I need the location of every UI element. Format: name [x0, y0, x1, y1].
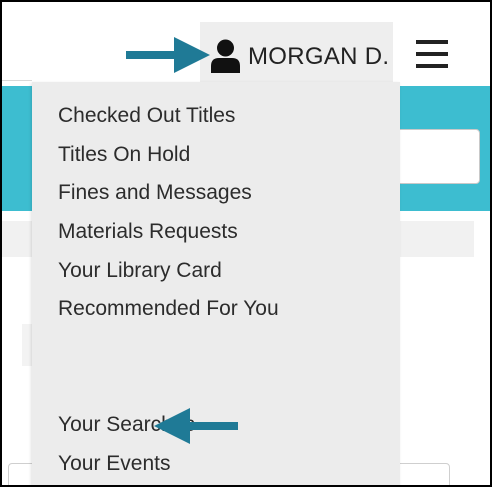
arrow-right-icon	[126, 37, 210, 73]
screenshot-frame: MORGAN D. Checked Out Titles Titles On H…	[0, 0, 492, 487]
arrow-left-icon	[154, 408, 238, 444]
hamburger-menu-button[interactable]	[416, 40, 448, 68]
user-account-button[interactable]: MORGAN D.	[200, 22, 393, 84]
menu-item-recommended-for-you[interactable]: Recommended For You	[58, 297, 279, 321]
menu-item-checked-out-titles[interactable]: Checked Out Titles	[58, 104, 235, 128]
menu-item-materials-requests[interactable]: Materials Requests	[58, 220, 238, 244]
header-divider	[2, 80, 32, 81]
user-name: MORGAN D.	[248, 43, 390, 70]
menu-item-your-events[interactable]: Your Events	[58, 452, 170, 476]
user-icon	[211, 39, 240, 73]
menu-item-titles-on-hold[interactable]: Titles On Hold	[58, 143, 190, 167]
hamburger-menu-icon	[416, 40, 448, 44]
menu-item-your-library-card[interactable]: Your Library Card	[58, 259, 222, 283]
menu-item-fines-and-messages[interactable]: Fines and Messages	[58, 181, 252, 205]
